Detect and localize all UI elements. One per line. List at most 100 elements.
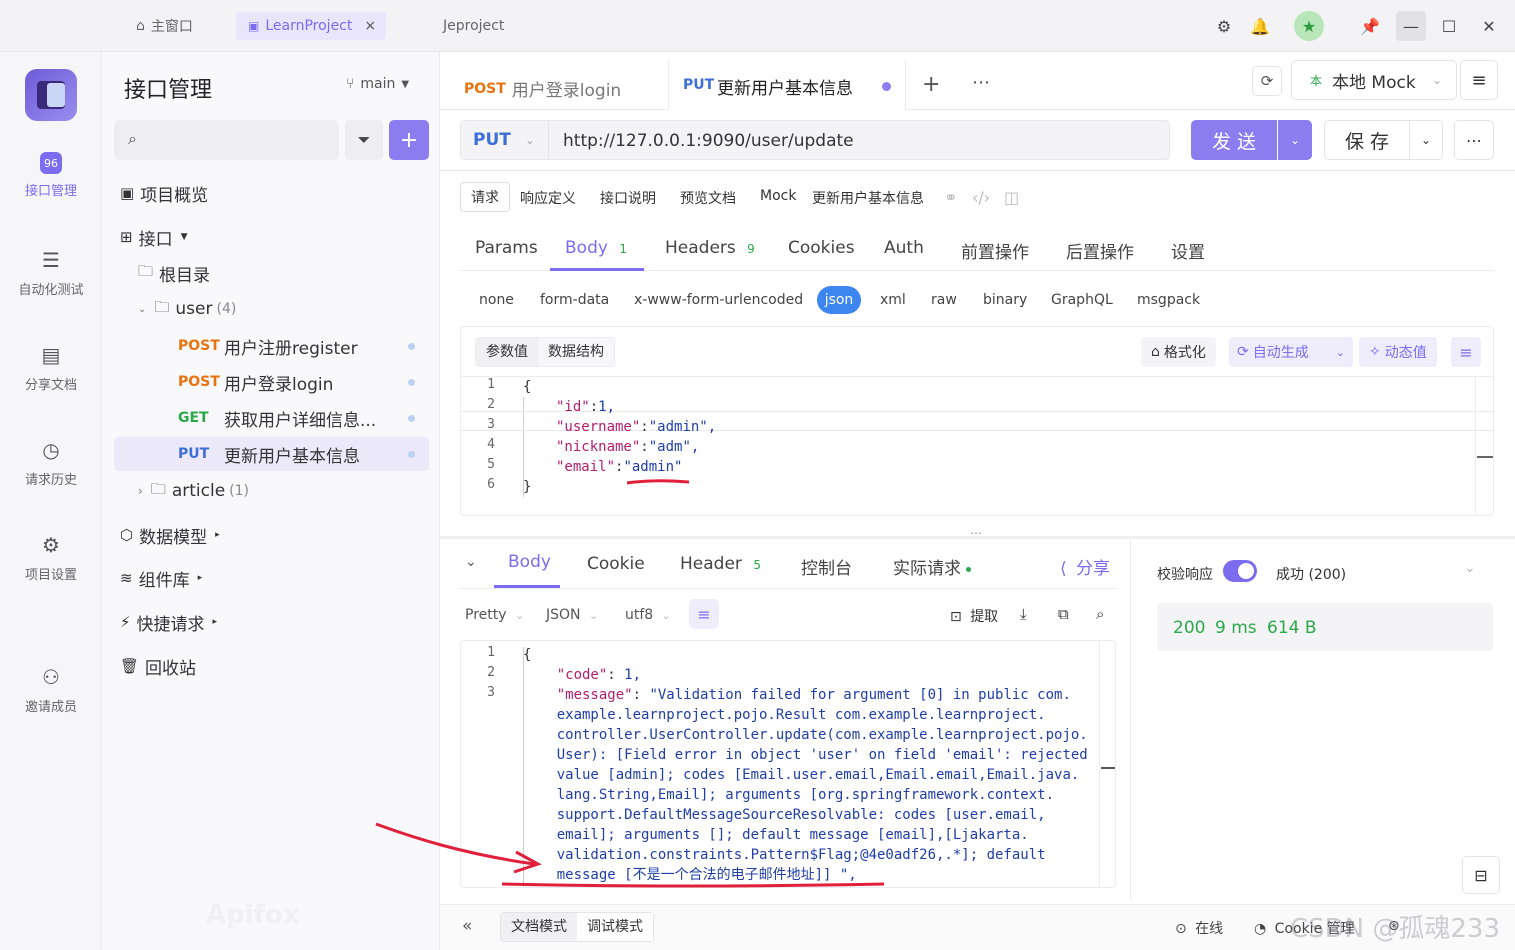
request-tab-login[interactable]: POST 用户登录login bbox=[464, 76, 621, 102]
tab-body[interactable]: Body 1 bbox=[550, 238, 644, 271]
tree-endpoint-selected[interactable]: PUT 更新用户基本信息 bbox=[114, 437, 429, 471]
nav-invite-members[interactable]: ⚇ 邀请成员 bbox=[0, 664, 102, 715]
tab-data-structure[interactable]: 数据结构 bbox=[538, 338, 614, 366]
layout-toggle-button[interactable]: ⊟ bbox=[1462, 856, 1500, 894]
body-type-graphql[interactable]: GraphQL bbox=[1051, 292, 1113, 308]
tree-item-data-models[interactable]: ⬡ 数据模型 ▸ bbox=[120, 518, 429, 552]
dynamic-value-button[interactable]: ✧ 动态值 bbox=[1359, 337, 1437, 367]
body-type-none[interactable]: none bbox=[479, 292, 514, 308]
refresh-button[interactable]: ⟳ bbox=[1252, 66, 1282, 96]
url-input[interactable]: http://127.0.0.1:9090/user/update bbox=[563, 131, 854, 151]
menu-button[interactable]: ≡ bbox=[1460, 60, 1498, 100]
tab-headers[interactable]: Headers 9 bbox=[665, 238, 755, 258]
status-select[interactable]: 成功 (200) bbox=[1276, 564, 1346, 584]
body-type-urlencoded[interactable]: x-www-form-urlencoded bbox=[634, 292, 803, 308]
filter-button[interactable]: ⏷ bbox=[345, 120, 383, 160]
tree-item-trash[interactable]: 🗑 回收站 bbox=[120, 649, 429, 683]
body-type-json[interactable]: json bbox=[817, 286, 861, 314]
tree-item-overview[interactable]: ▣ 项目概览 bbox=[120, 176, 429, 210]
code-icon[interactable]: ‹/› bbox=[972, 188, 990, 207]
scrollbar-marker[interactable] bbox=[1101, 767, 1115, 769]
chevron-down-icon[interactable]: ⌄ bbox=[1464, 560, 1476, 576]
share-button[interactable]: ⟨ 分享 bbox=[1060, 554, 1110, 579]
response-body-viewer[interactable]: 1 {2 "code": 1, 3 "message": "Validation f… bbox=[460, 640, 1116, 888]
home-tab[interactable]: ⌂ 主窗口 bbox=[136, 12, 193, 40]
nav-share-docs[interactable]: ▤ 分享文档 bbox=[0, 342, 102, 393]
bell-icon[interactable]: 🔔 bbox=[1248, 14, 1272, 38]
tree-endpoint[interactable]: POST 用户登录login bbox=[178, 365, 429, 399]
format-select[interactable]: JSON ⌄ bbox=[546, 607, 598, 623]
send-button[interactable]: 发 送 bbox=[1191, 120, 1277, 160]
tree-item-components[interactable]: ≋ 组件库 ▸ bbox=[120, 561, 429, 595]
collapse-response-icon[interactable]: ⌄ bbox=[465, 554, 477, 570]
wrap-toggle-button[interactable]: ≡ bbox=[1451, 337, 1481, 367]
send-options-button[interactable]: ⌄ bbox=[1278, 120, 1312, 160]
scrollbar-marker[interactable] bbox=[1477, 456, 1493, 458]
tab-cookies[interactable]: Cookies bbox=[788, 238, 855, 258]
tab-settings[interactable]: 设置 bbox=[1171, 238, 1205, 263]
response-tab-cookie[interactable]: Cookie bbox=[587, 554, 645, 574]
save-options-button[interactable]: ⌄ bbox=[1409, 120, 1443, 160]
add-button[interactable]: + bbox=[389, 120, 429, 160]
auto-generate-button[interactable]: ⟳ 自动生成 ⌄ bbox=[1229, 337, 1353, 367]
tree-endpoint[interactable]: POST 用户注册register bbox=[178, 329, 429, 363]
environment-selector[interactable]: 本 本地 Mock ⌄ bbox=[1291, 60, 1457, 100]
tree-item-quick-request[interactable]: ⚡ 快捷请求 ▸ bbox=[120, 605, 429, 639]
nav-request-history[interactable]: ◷ 请求历史 bbox=[0, 437, 102, 488]
link-icon[interactable]: ⚭ bbox=[944, 188, 957, 207]
collapse-sidebar-icon[interactable]: « bbox=[462, 916, 472, 936]
settings-icon[interactable]: ⚙ bbox=[1212, 14, 1236, 38]
new-tab-button[interactable]: + bbox=[922, 72, 940, 97]
tree-item-interfaces[interactable]: ⊞ 接口 ▼ bbox=[120, 220, 429, 254]
response-tab-actual-request[interactable]: 实际请求 bbox=[893, 554, 972, 579]
tab-post-operations[interactable]: 后置操作 bbox=[1066, 238, 1134, 263]
validate-toggle[interactable] bbox=[1223, 560, 1257, 582]
download-icon[interactable]: ⤓ bbox=[1020, 605, 1027, 623]
more-actions-button[interactable]: ⋯ bbox=[1454, 120, 1494, 160]
pin-icon[interactable]: 📌 bbox=[1358, 14, 1382, 38]
nav-project-settings[interactable]: ⚙ 项目设置 bbox=[0, 532, 102, 583]
tab-params[interactable]: Params bbox=[475, 238, 538, 258]
save-button[interactable]: 保 存 bbox=[1324, 120, 1410, 160]
subtab-request[interactable]: 请求 bbox=[460, 182, 510, 212]
subtab-interface-description[interactable]: 接口说明 bbox=[600, 188, 656, 208]
body-type-form-data[interactable]: form-data bbox=[540, 292, 609, 308]
more-tabs-button[interactable]: ⋯ bbox=[972, 72, 990, 93]
subtab-mock[interactable]: Mock bbox=[760, 188, 796, 204]
doc-mode-button[interactable]: 文档模式 bbox=[501, 913, 577, 941]
branch-selector[interactable]: ⑂ main ▼ bbox=[346, 76, 409, 92]
nav-automation-test[interactable]: ☰ 自动化测试 bbox=[0, 247, 102, 298]
avatar[interactable]: ★ bbox=[1294, 11, 1324, 41]
search-input[interactable]: ⌕ bbox=[114, 120, 339, 160]
tree-item-root[interactable]: 🗀 根目录 bbox=[138, 256, 429, 290]
tree-item-user-folder[interactable]: ⌄ 🗀 user (4) bbox=[138, 292, 429, 326]
body-type-raw[interactable]: raw bbox=[931, 292, 957, 308]
panel-icon[interactable]: ◫ bbox=[1004, 188, 1019, 207]
minimize-icon[interactable]: — bbox=[1396, 11, 1426, 41]
request-tab-update[interactable]: PUT 更新用户基本信息 bbox=[668, 60, 906, 110]
extract-button[interactable]: ⊡ 提取 bbox=[950, 606, 998, 626]
format-button[interactable]: ⌂ 格式化 bbox=[1141, 337, 1216, 367]
method-select[interactable]: PUT ⌄ bbox=[461, 121, 549, 159]
close-icon[interactable]: × bbox=[364, 18, 376, 34]
pretty-select[interactable]: Pretty ⌄ bbox=[465, 607, 524, 623]
encoding-select[interactable]: utf8 ⌄ bbox=[625, 607, 671, 623]
tab-param-values[interactable]: 参数值 bbox=[476, 338, 538, 366]
copy-icon[interactable]: ⧉ bbox=[1058, 605, 1069, 623]
tab-auth[interactable]: Auth bbox=[884, 238, 924, 258]
online-status[interactable]: ⊙ 在线 bbox=[1175, 918, 1223, 938]
other-project-tab[interactable]: Jeproject bbox=[443, 12, 504, 40]
response-tab-header[interactable]: Header 5 bbox=[680, 554, 761, 574]
tree-item-article-folder[interactable]: › 🗀 article (1) bbox=[138, 474, 429, 508]
window-close-icon[interactable]: ✕ bbox=[1477, 14, 1501, 38]
subtab-response-definition[interactable]: 响应定义 bbox=[520, 188, 576, 208]
wrap-toggle-button[interactable]: ≡ bbox=[689, 599, 719, 629]
search-icon[interactable]: ⌕ bbox=[1096, 605, 1104, 623]
response-tab-console[interactable]: 控制台 bbox=[801, 554, 852, 579]
body-type-binary[interactable]: binary bbox=[983, 292, 1027, 308]
project-tab[interactable]: ▣ LearnProject × bbox=[236, 12, 386, 40]
subtab-preview-docs[interactable]: 预览文档 bbox=[680, 188, 736, 208]
body-type-xml[interactable]: xml bbox=[880, 292, 906, 308]
response-tab-body[interactable]: Body bbox=[494, 552, 560, 588]
debug-mode-button[interactable]: 调试模式 bbox=[577, 913, 653, 941]
